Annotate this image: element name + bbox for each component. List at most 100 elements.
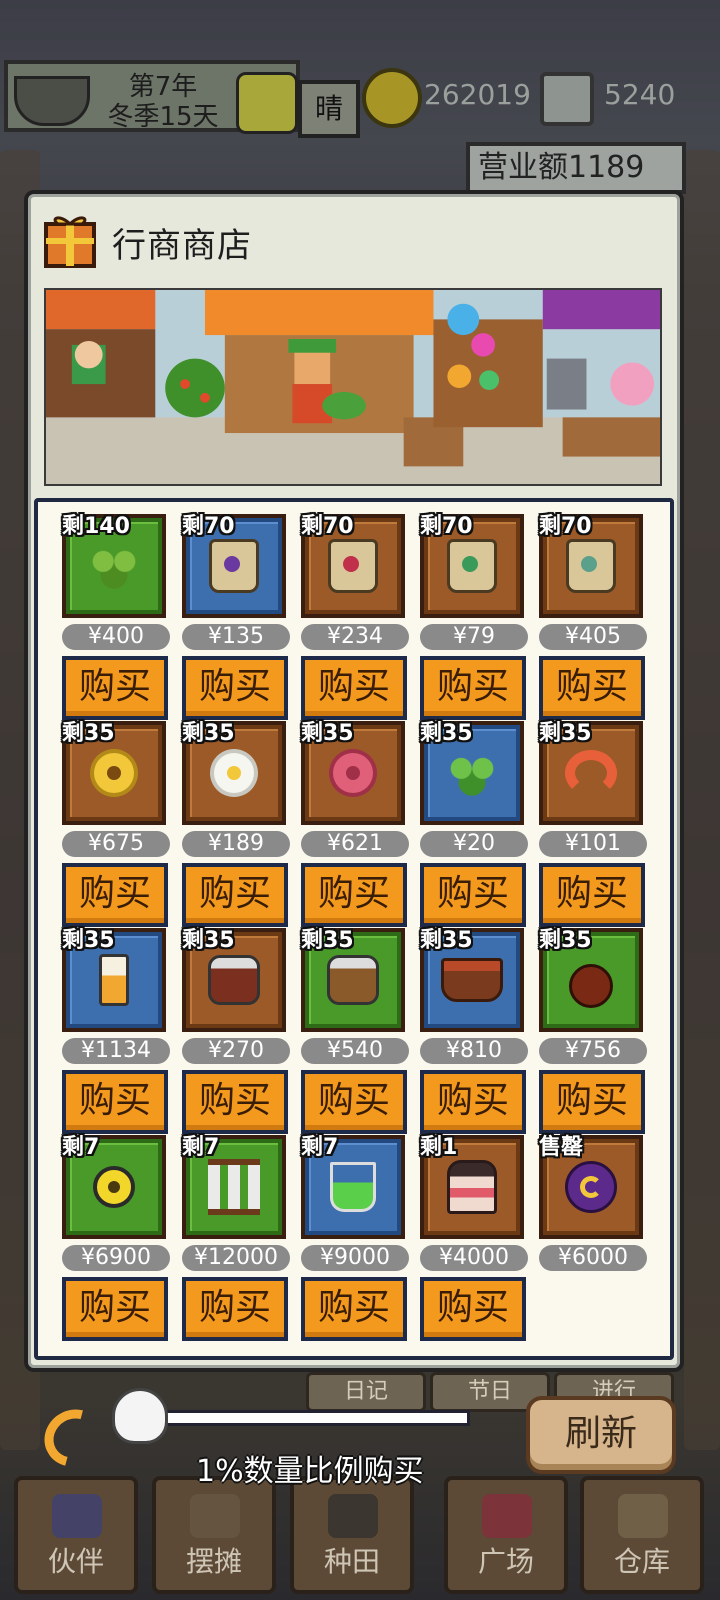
glove-slider-handle-icon[interactable] xyxy=(112,1388,168,1444)
item-price: ¥540 xyxy=(301,1038,409,1064)
stock-remaining-label: 剩35 xyxy=(539,721,592,746)
revenue-label: 营业额1189 xyxy=(466,142,686,194)
shop-item: 剩70 ¥79 购买 xyxy=(420,508,528,722)
buy-button[interactable]: 购买 xyxy=(182,863,288,927)
dialog-title: 行商商店 xyxy=(112,226,252,266)
item-price: ¥405 xyxy=(539,624,647,650)
seed-bag-red-icon xyxy=(328,539,378,593)
nav-plaza[interactable]: 广场 xyxy=(444,1476,568,1594)
item-price: ¥400 xyxy=(62,624,170,650)
item-price: ¥4000 xyxy=(420,1245,528,1271)
shop-item: 剩35 ¥675 购买 xyxy=(62,715,170,929)
buy-button[interactable]: 购买 xyxy=(182,1070,288,1134)
stock-remaining-label: 剩35 xyxy=(420,721,473,746)
nav-partners[interactable]: 伙伴 xyxy=(14,1476,138,1594)
clock-icon[interactable] xyxy=(236,72,298,134)
coin-count: 262019 xyxy=(424,78,531,111)
buy-button[interactable]: 购买 xyxy=(420,656,526,720)
season-label: 冬季15天 xyxy=(107,102,219,132)
gold-ring-icon xyxy=(93,1166,135,1208)
item-price: ¥20 xyxy=(420,831,528,857)
shop-item: 剩7 ¥6900 购买 xyxy=(62,1129,170,1343)
shop-item: 剩35 ¥189 购买 xyxy=(182,715,290,929)
buy-button[interactable]: 购买 xyxy=(539,1070,645,1134)
buy-button[interactable]: 购买 xyxy=(420,863,526,927)
item-price: ¥101 xyxy=(539,831,647,857)
item-price: ¥810 xyxy=(420,1038,528,1064)
nav-farm[interactable]: 种田 xyxy=(290,1476,414,1594)
nav-warehouse[interactable]: 仓库 xyxy=(580,1476,704,1594)
buy-button[interactable]: 购买 xyxy=(420,1070,526,1134)
nav-label: 仓库 xyxy=(613,1545,670,1578)
gift-box-icon xyxy=(44,216,96,268)
market-banner-illustration xyxy=(44,288,662,486)
oil-bottle-icon xyxy=(99,954,129,1006)
plaza-icon xyxy=(482,1494,532,1538)
item-price: ¥756 xyxy=(539,1038,647,1064)
shop-item: 剩35 ¥1134 购买 xyxy=(62,922,170,1136)
seed-bag-purple-icon xyxy=(209,539,259,593)
vials-rack-icon xyxy=(208,1159,260,1215)
gem-count: 5240 xyxy=(604,78,676,111)
background-wall-right xyxy=(684,150,720,1450)
shop-item: 剩1 ¥4000 购买 xyxy=(420,1129,528,1343)
layer-cake-icon xyxy=(447,1160,497,1214)
buy-button[interactable]: 购买 xyxy=(62,863,168,927)
daisy-icon xyxy=(214,753,254,793)
buy-button[interactable]: 购买 xyxy=(301,656,407,720)
stock-remaining-label: 剩35 xyxy=(182,928,235,953)
buy-button[interactable]: 购买 xyxy=(301,863,407,927)
seaweed-icon xyxy=(445,750,499,796)
buy-button[interactable]: 购买 xyxy=(62,1070,168,1134)
item-price: ¥621 xyxy=(301,831,409,857)
stock-remaining-label: 剩70 xyxy=(182,514,235,539)
jam-jar-icon xyxy=(208,955,260,1005)
farm-icon xyxy=(328,1494,378,1538)
shop-item: 剩7 ¥12000 购买 xyxy=(182,1129,290,1343)
item-price: ¥6900 xyxy=(62,1245,170,1271)
item-price: ¥79 xyxy=(420,624,528,650)
nav-label: 种田 xyxy=(323,1545,380,1578)
item-price: ¥135 xyxy=(182,624,290,650)
stock-remaining-label: 剩1 xyxy=(420,1135,458,1160)
nav-stall[interactable]: 摆摊 xyxy=(152,1476,276,1594)
stock-remaining-label: 剩35 xyxy=(62,928,115,953)
item-price: ¥675 xyxy=(62,831,170,857)
item-price: ¥1134 xyxy=(62,1038,170,1064)
shop-item: 剩70 ¥234 购买 xyxy=(301,508,409,722)
buy-button[interactable]: 购买 xyxy=(301,1277,407,1341)
stock-remaining-label: 剩35 xyxy=(301,721,354,746)
shop-item: 剩7 ¥9000 购买 xyxy=(301,1129,409,1343)
stock-remaining-label: 剩70 xyxy=(539,514,592,539)
shop-item: 剩35 ¥756 购买 xyxy=(539,922,647,1136)
buy-button[interactable]: 购买 xyxy=(539,656,645,720)
clover-icon xyxy=(87,543,141,589)
buy-button[interactable]: 购买 xyxy=(62,656,168,720)
buy-button[interactable]: 购买 xyxy=(182,656,288,720)
buy-button[interactable]: 购买 xyxy=(420,1277,526,1341)
nav-label: 伙伴 xyxy=(47,1545,104,1578)
stock-remaining-label: 剩35 xyxy=(420,928,473,953)
seed-bag-teal-icon xyxy=(566,539,616,593)
coin-icon xyxy=(362,68,422,128)
shop-item: 剩35 ¥101 购买 xyxy=(539,715,647,929)
date-panel: 第7年 冬季15天 xyxy=(4,60,300,134)
purchase-ratio-slider[interactable] xyxy=(150,1410,470,1426)
shop-item: 剩70 ¥405 购买 xyxy=(539,508,647,722)
stock-remaining-label: 剩7 xyxy=(301,1135,339,1160)
sold-out-label: 售罄 xyxy=(539,1135,584,1160)
rose-icon xyxy=(333,753,373,793)
stock-remaining-label: 剩140 xyxy=(62,514,130,539)
warehouse-icon xyxy=(618,1494,668,1538)
buy-button[interactable]: 购买 xyxy=(301,1070,407,1134)
buy-button[interactable]: 购买 xyxy=(539,863,645,927)
swirl-orb-icon xyxy=(565,1161,617,1213)
stock-remaining-label: 剩35 xyxy=(301,928,354,953)
sunflower-icon xyxy=(94,753,134,793)
partners-icon xyxy=(52,1494,102,1538)
buy-button[interactable]: 购买 xyxy=(182,1277,288,1341)
refresh-button[interactable]: 刷新 xyxy=(526,1396,676,1474)
purchase-ratio-label: 1%数量比例购买 xyxy=(196,1454,424,1489)
shop-item: 剩70 ¥135 购买 xyxy=(182,508,290,722)
buy-button[interactable]: 购买 xyxy=(62,1277,168,1341)
